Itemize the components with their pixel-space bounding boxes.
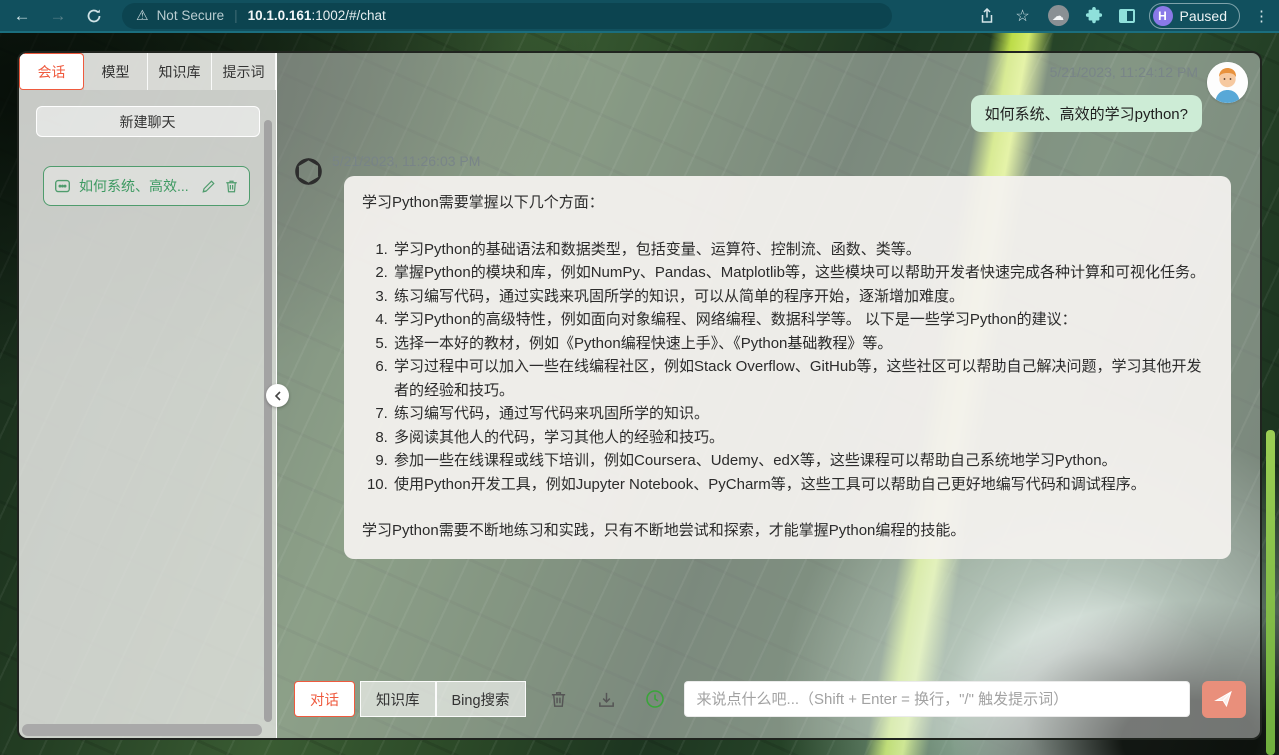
assistant-openai-logo-icon: [291, 154, 326, 189]
user-message-timestamp: 5/21/2023, 11:24:12 PM: [1050, 64, 1198, 80]
tab-conversations[interactable]: 会话: [19, 53, 84, 90]
browser-menu-icon[interactable]: ⋮: [1254, 7, 1269, 25]
chevron-left-icon: [273, 391, 283, 401]
paper-plane-icon: [1214, 689, 1234, 709]
mode-bing-search-button[interactable]: Bing搜索: [436, 681, 526, 717]
sidebar-tabbar: 会话 模型 知识库 提示词: [19, 53, 276, 90]
sidebar-vertical-scrollbar[interactable]: [264, 120, 272, 722]
url-path: :1002/#/chat: [311, 8, 385, 23]
user-avatar: [1207, 62, 1248, 103]
mode-knowledge-base-button[interactable]: 知识库: [360, 681, 436, 717]
assistant-list-item: 参加一些在线课程或线下培训，例如Coursera、Udemy、edX等，这些课程…: [392, 449, 1213, 473]
sidebar: 会话 模型 知识库 提示词 新建聊天 如何系统、高效...: [19, 53, 277, 738]
chat-area: 5/21/2023, 11:24:12 PM 如何系统、高效的学习python?: [277, 53, 1260, 738]
mode-chat-button[interactable]: 对话: [294, 681, 355, 717]
sidebar-horizontal-scrollbar[interactable]: [22, 724, 262, 736]
new-chat-button[interactable]: 新建聊天: [36, 106, 260, 137]
delete-trash-icon[interactable]: [224, 179, 239, 194]
profile-avatar: H: [1153, 6, 1173, 26]
forward-icon[interactable]: →: [44, 2, 72, 30]
assistant-list-item: 练习编写代码，通过实践来巩固所学的知识，可以从简单的程序开始，逐渐增加难度。: [392, 285, 1213, 309]
composer-bar: 对话 知识库 Bing搜索: [277, 680, 1260, 718]
assistant-outro: 学习Python需要不断地练习和实践，只有不断地尝试和探索，才能掌握Python…: [362, 519, 1213, 543]
assistant-list-item: 练习编写代码，通过写代码来巩固所学的知识。: [392, 402, 1213, 426]
url-domain: 10.1.0.161: [248, 8, 312, 23]
assistant-list-item: 学习过程中可以加入一些在线编程社区，例如Stack Overflow、GitHu…: [392, 355, 1213, 402]
assistant-list-item: 掌握Python的模块和库，例如NumPy、Pandas、Matplotlib等…: [392, 261, 1213, 285]
edit-pencil-icon[interactable]: [201, 179, 216, 194]
bookmark-star-icon[interactable]: ☆: [1012, 5, 1034, 27]
reload-icon[interactable]: [80, 2, 108, 30]
conversation-list-item[interactable]: 如何系统、高效...: [43, 166, 250, 206]
browser-toolbar: ← → ⚠ Not Secure | 10.1.0.161:1002/#/cha…: [0, 0, 1279, 33]
assistant-list: 学习Python的基础语法和数据类型，包括变量、运算符、控制流、函数、类等。掌握…: [362, 238, 1213, 497]
clear-chat-trash-icon[interactable]: [548, 688, 570, 710]
tab-prompts[interactable]: 提示词: [212, 53, 276, 90]
user-message-bubble: 如何系统、高效的学习python?: [971, 95, 1202, 132]
assistant-list-item: 学习Python的高级特性，例如面向对象编程、网络编程、数据科学等。 以下是一些…: [392, 308, 1213, 332]
download-chat-icon[interactable]: [596, 688, 618, 710]
not-secure-warning-icon: ⚠: [136, 7, 149, 24]
send-button[interactable]: [1202, 681, 1246, 718]
sidebar-collapse-button[interactable]: [266, 384, 289, 407]
assistant-message-panel: 学习Python需要掌握以下几个方面： 学习Python的基础语法和数据类型，包…: [344, 176, 1231, 559]
message-input[interactable]: [684, 681, 1190, 717]
leaf-stem: [1266, 430, 1275, 755]
assistant-list-item: 选择一本好的教材，例如《Python编程快速上手》、《Python基础教程》等。: [392, 332, 1213, 356]
profile-paused-pill[interactable]: H Paused: [1149, 3, 1240, 29]
extensions-puzzle-icon[interactable]: [1083, 5, 1105, 27]
share-icon[interactable]: [976, 5, 998, 27]
chat-bubble-icon: [54, 178, 71, 195]
assistant-list-item: 多阅读其他人的代码，学习其他人的经验和技巧。: [392, 426, 1213, 450]
tab-models[interactable]: 模型: [84, 53, 148, 90]
history-clock-icon[interactable]: [644, 688, 666, 710]
conversation-title: 如何系统、高效...: [79, 176, 193, 196]
back-icon[interactable]: ←: [8, 2, 36, 30]
chat-app-window: 会话 模型 知识库 提示词 新建聊天 如何系统、高效... 5/21/2023,…: [17, 51, 1262, 740]
assistant-intro: 学习Python需要掌握以下几个方面：: [362, 191, 1213, 215]
security-label: Not Secure: [157, 8, 225, 23]
assistant-message-timestamp: 5/21/2023, 11:26:03 PM: [332, 153, 480, 169]
paused-label: Paused: [1180, 8, 1227, 24]
assistant-list-item: 学习Python的基础语法和数据类型，包括变量、运算符、控制流、函数、类等。: [392, 238, 1213, 262]
side-panel-icon[interactable]: [1119, 9, 1135, 23]
assistant-list-item: 使用Python开发工具，例如Jupyter Notebook、PyCharm等…: [392, 473, 1213, 497]
address-bar[interactable]: ⚠ Not Secure | 10.1.0.161:1002/#/chat: [122, 3, 892, 29]
cloud-extension-icon[interactable]: ☁: [1048, 5, 1069, 26]
tab-knowledge-base[interactable]: 知识库: [148, 53, 212, 90]
